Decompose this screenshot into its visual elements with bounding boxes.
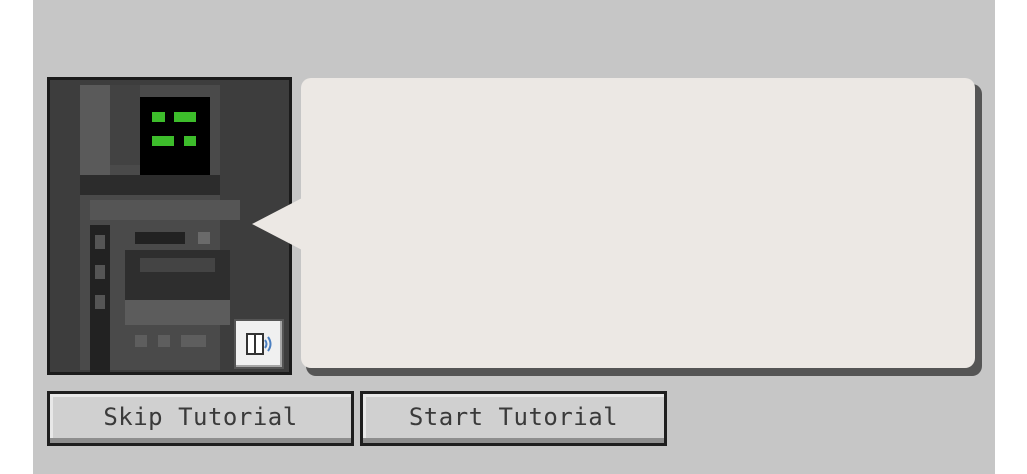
start-tutorial-button[interactable]: Start Tutorial	[360, 391, 667, 446]
panel-button	[181, 335, 206, 347]
robot-body-dark	[110, 85, 140, 165]
skip-tutorial-label: Skip Tutorial	[103, 402, 298, 431]
start-tutorial-label: Start Tutorial	[408, 402, 619, 431]
panel-button	[158, 335, 170, 347]
console-keys	[140, 258, 215, 272]
robot-mouth-left	[152, 136, 174, 146]
speech-bubble-tail	[252, 197, 304, 251]
console-slot	[135, 232, 185, 244]
strip-light	[95, 295, 105, 309]
robot-eye-left	[152, 112, 165, 122]
book-speaker-icon	[246, 333, 272, 355]
console-base	[125, 300, 230, 325]
robot-screen	[140, 97, 210, 175]
robot-chest-plate	[90, 200, 240, 220]
robot-body-shade	[80, 85, 110, 175]
robot-shoulder-line	[80, 175, 220, 195]
skip-tutorial-button[interactable]: Skip Tutorial	[47, 391, 354, 446]
panel-button	[135, 335, 147, 347]
robot-eye-right	[174, 112, 196, 122]
text-to-speech-button[interactable]	[234, 319, 284, 369]
speech-bubble	[301, 78, 975, 368]
strip-light	[95, 265, 105, 279]
console-knob	[198, 232, 210, 244]
robot-mouth-right	[184, 136, 196, 146]
strip-light	[95, 235, 105, 249]
